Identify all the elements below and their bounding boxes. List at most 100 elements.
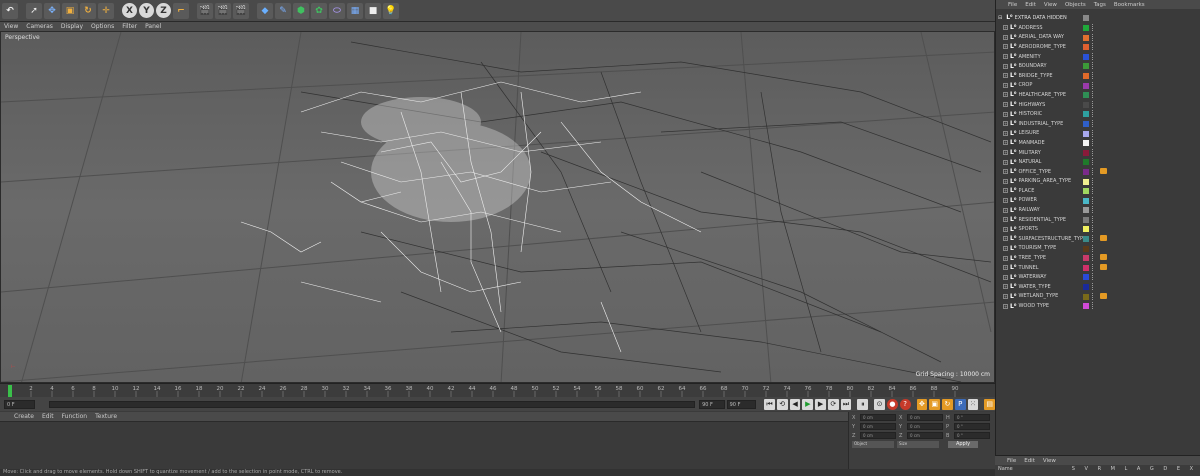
expand-icon[interactable]: + [1003, 197, 1008, 203]
object-row[interactable]: + L⁰ HIGHWAYS [996, 100, 1200, 110]
position-x-field[interactable]: 0 cm [860, 414, 896, 421]
layer-color-swatch[interactable] [1083, 255, 1089, 262]
expand-icon[interactable]: + [1003, 102, 1008, 108]
visibility-dots-icon[interactable] [1092, 139, 1094, 147]
layer-color-swatch[interactable] [1083, 111, 1089, 118]
viewport-menu-cameras[interactable]: Cameras [26, 23, 53, 30]
key-scale-icon[interactable]: ▣ [929, 398, 941, 410]
visibility-dots-icon[interactable] [1092, 110, 1094, 118]
cube-icon[interactable]: ◆ [257, 2, 273, 19]
expand-icon[interactable]: + [1003, 217, 1008, 223]
layer-color-swatch[interactable] [1083, 207, 1089, 214]
layer-color-swatch[interactable] [1083, 284, 1089, 291]
layer-color-swatch[interactable] [1083, 303, 1089, 310]
object-row[interactable]: + L⁰ PLACE [996, 186, 1200, 196]
expand-icon[interactable]: + [1003, 121, 1008, 127]
object-row[interactable]: + L⁰ WATER_TYPE [996, 282, 1200, 292]
motion-clip-icon[interactable]: ⊙ [874, 398, 885, 410]
om-menu-tags[interactable]: Tags [1094, 2, 1106, 8]
visibility-dots-icon[interactable] [1092, 177, 1094, 185]
expand-icon[interactable]: + [1003, 25, 1008, 31]
expand-icon[interactable]: + [1003, 245, 1008, 251]
go-to-end-icon[interactable]: ⏭ [840, 398, 852, 410]
visibility-dots-icon[interactable] [1092, 62, 1094, 70]
visibility-dots-icon[interactable] [1092, 206, 1094, 214]
object-row[interactable]: + L⁰ PARKING_AREA_TYPE [996, 177, 1200, 187]
object-row[interactable]: + L⁰ RAILWAY [996, 205, 1200, 215]
key-rotation-icon[interactable]: ↻ [942, 398, 953, 410]
visibility-dots-icon[interactable] [1092, 129, 1094, 137]
layer-color-swatch[interactable] [1083, 159, 1089, 166]
select-tool-icon[interactable]: ➚ [26, 2, 42, 19]
expand-icon[interactable]: + [1003, 140, 1008, 146]
layer-color-swatch[interactable] [1083, 63, 1089, 70]
visibility-dots-icon[interactable] [1092, 148, 1094, 156]
expand-icon[interactable]: + [1003, 92, 1008, 98]
layer-color-swatch[interactable] [1083, 120, 1089, 127]
rotation-p-field[interactable]: 0 ° [954, 423, 990, 430]
array-icon[interactable]: ✿ [311, 2, 327, 19]
playhead-marker[interactable] [8, 385, 12, 397]
3d-viewport[interactable]: Perspective ⊢ Grid Spacing : 10000 cm [0, 31, 995, 383]
layer-color-swatch[interactable] [1083, 140, 1089, 147]
autokey-icon[interactable]: ? [899, 398, 911, 410]
visibility-dots-icon[interactable] [1092, 43, 1094, 51]
coord-mode-select[interactable]: Object [852, 441, 894, 448]
previous-key-icon[interactable]: ⟲ [776, 398, 788, 410]
expand-icon[interactable]: + [1003, 73, 1008, 79]
viewport-menu-view[interactable]: View [4, 23, 18, 30]
size-y-field[interactable]: 0 cm [907, 423, 943, 430]
go-to-start-icon[interactable]: ⏮ [764, 398, 775, 410]
visibility-dots-icon[interactable] [1092, 292, 1094, 300]
expand-icon[interactable]: + [1003, 188, 1008, 194]
visibility-dots-icon[interactable] [1092, 196, 1094, 204]
scale-tool-icon[interactable]: ▣ [62, 2, 78, 19]
x-axis-lock-icon[interactable]: X [122, 3, 137, 18]
visibility-dots-icon[interactable] [1092, 119, 1094, 127]
expand-icon[interactable]: + [1003, 284, 1008, 290]
object-row[interactable]: + L⁰ TOURISM_TYPE [996, 244, 1200, 254]
object-row[interactable]: + L⁰ CROP [996, 81, 1200, 91]
render-picture-viewer-icon[interactable]: 🎬 [215, 2, 231, 19]
loop-icon[interactable]: ⏸ [857, 398, 869, 410]
play-forward-icon[interactable]: ▶ [802, 398, 814, 410]
object-row[interactable]: + L⁰ BOUNDARY [996, 61, 1200, 71]
visibility-dots-icon[interactable] [1092, 33, 1094, 41]
layer-color-swatch[interactable] [1083, 92, 1089, 99]
visibility-dots-icon[interactable] [1092, 91, 1094, 99]
visibility-dots-icon[interactable] [1092, 100, 1094, 108]
expand-icon[interactable]: + [1003, 303, 1008, 309]
expand-icon[interactable]: + [1003, 226, 1008, 232]
key-pla-icon[interactable]: ⁙ [967, 398, 979, 410]
object-row[interactable]: + L⁰ HEALTHCARE_TYPE [996, 90, 1200, 100]
object-row[interactable]: + L⁰ BRIDGE_TYPE [996, 71, 1200, 81]
tag-icon[interactable] [1100, 167, 1107, 174]
layer-color-swatch[interactable] [1083, 101, 1089, 108]
layer-color-swatch[interactable] [1083, 245, 1089, 252]
rotation-b-field[interactable]: 0 ° [954, 432, 990, 439]
key-position-icon[interactable]: ✥ [916, 398, 928, 410]
layer-color-swatch[interactable] [1083, 34, 1089, 41]
expand-icon[interactable]: + [1003, 178, 1008, 184]
visibility-dots-icon[interactable] [1092, 254, 1094, 262]
position-z-field[interactable]: 0 cm [860, 432, 896, 439]
attr-menu-view[interactable]: View [1043, 458, 1056, 464]
material-menu-texture[interactable]: Texture [95, 413, 117, 420]
layer-color-swatch[interactable] [1083, 226, 1089, 233]
om-menu-objects[interactable]: Objects [1065, 2, 1086, 8]
om-menu-view[interactable]: View [1044, 2, 1057, 8]
om-menu-edit[interactable]: Edit [1025, 2, 1036, 8]
layer-color-swatch[interactable] [1083, 274, 1089, 281]
visibility-dots-icon[interactable] [1092, 81, 1094, 89]
viewport-menu-filter[interactable]: Filter [122, 23, 137, 30]
render-view-icon[interactable]: 🎬 [197, 2, 213, 19]
visibility-dots-icon[interactable] [1092, 263, 1094, 271]
collapse-icon[interactable]: ⊟ [998, 15, 1002, 21]
tag-icon[interactable] [1100, 235, 1107, 242]
key-parameter-icon[interactable]: P [954, 398, 966, 410]
expand-icon[interactable]: + [1003, 111, 1008, 117]
move-tool-icon[interactable]: ✥ [44, 2, 60, 19]
pen-tool-icon[interactable]: ✎ [275, 2, 291, 19]
expand-icon[interactable]: + [1003, 150, 1008, 156]
object-row[interactable]: + L⁰ SPORTS [996, 224, 1200, 234]
